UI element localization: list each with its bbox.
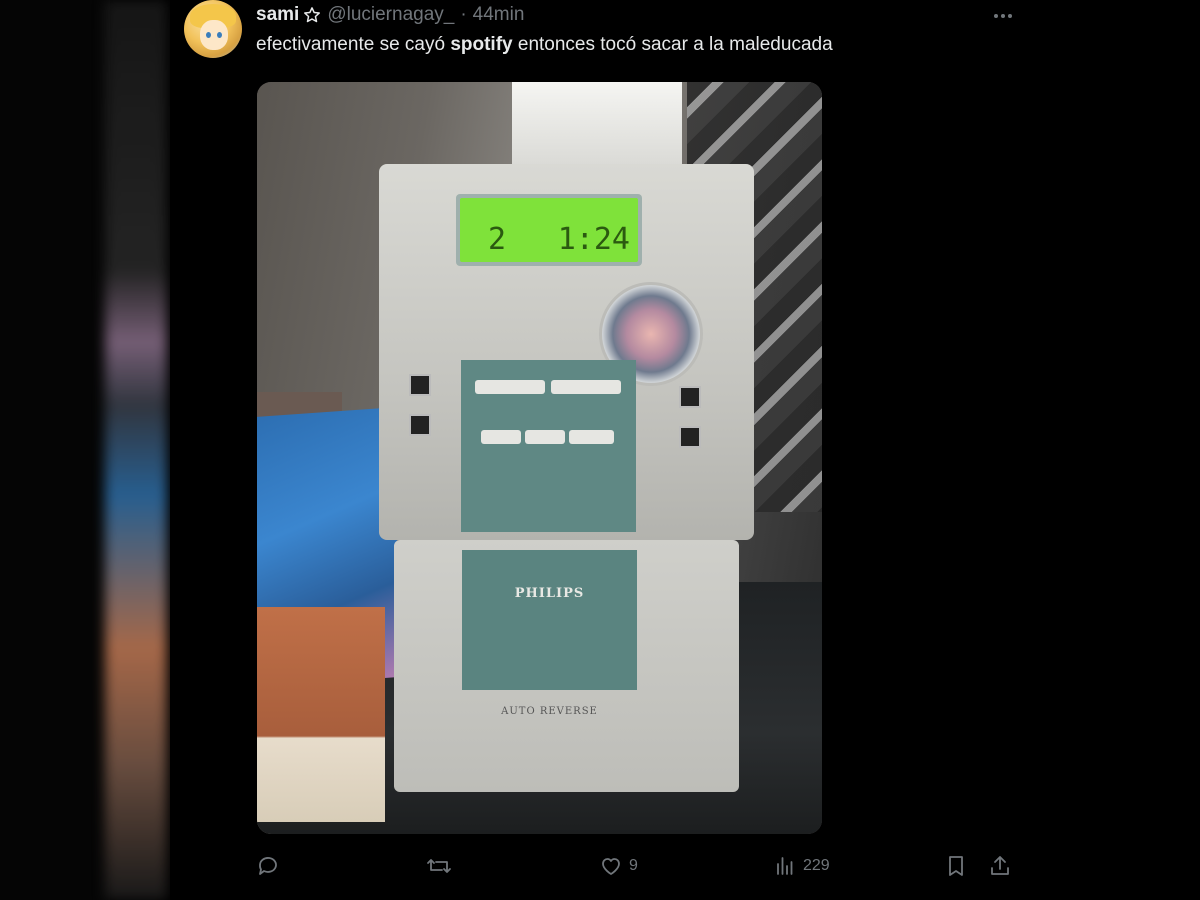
tweet-text: efectivamente se cayó spotify entonces t…	[256, 34, 833, 56]
tweet-text-bold: spotify	[450, 34, 513, 55]
cassette-door	[462, 550, 637, 690]
lcd-display: 2 1:24	[456, 194, 642, 266]
timestamp[interactable]: 44min	[473, 4, 525, 26]
bookmark-button[interactable]	[944, 850, 968, 882]
photo-window	[512, 82, 682, 172]
lcd-track: 2	[488, 222, 507, 257]
avatar[interactable]	[184, 0, 242, 58]
reply-icon	[256, 854, 280, 878]
heart-icon	[599, 854, 623, 878]
control-panel	[461, 360, 636, 532]
share-icon	[988, 854, 1012, 878]
tweet-card[interactable]: sami @luciernagay_ · 44min efectivamente…	[170, 0, 1040, 900]
author-handle[interactable]: @luciernagay_	[327, 4, 454, 26]
tweet-header: sami @luciernagay_ · 44min	[256, 2, 524, 28]
like-button[interactable]: 9	[599, 850, 638, 882]
photo-book	[257, 607, 385, 822]
action-bar: 9 229	[256, 850, 1036, 882]
bookmark-icon	[944, 854, 968, 878]
tweet-text-part: efectivamente se cayó	[256, 34, 451, 55]
background-left-dark	[0, 0, 110, 900]
analytics-icon	[773, 854, 797, 878]
author-name[interactable]: sami	[256, 4, 299, 26]
retweet-button[interactable]	[426, 850, 458, 882]
stereo-system: 2 1:24 PHILIPS AUTO REVERSE	[379, 164, 754, 792]
star-icon	[303, 6, 321, 24]
lcd-time: 1:24	[557, 222, 630, 257]
views-count: 229	[803, 857, 830, 874]
share-button[interactable]	[988, 850, 1012, 882]
tweet-photo[interactable]: 2 1:24 PHILIPS AUTO REVERSE	[257, 82, 822, 834]
like-count: 9	[629, 857, 638, 874]
separator-dot: ·	[460, 4, 467, 25]
retweet-icon	[426, 854, 452, 878]
auto-reverse-label: AUTO REVERSE	[501, 706, 598, 717]
tweet-text-part: entonces tocó sacar a la maleducada	[512, 34, 833, 55]
reply-button[interactable]	[256, 850, 286, 882]
brand-label: PHILIPS	[514, 586, 585, 601]
more-options-icon[interactable]	[990, 6, 1016, 26]
views-button[interactable]: 229	[773, 850, 830, 882]
background-blur-strip	[105, 0, 167, 900]
